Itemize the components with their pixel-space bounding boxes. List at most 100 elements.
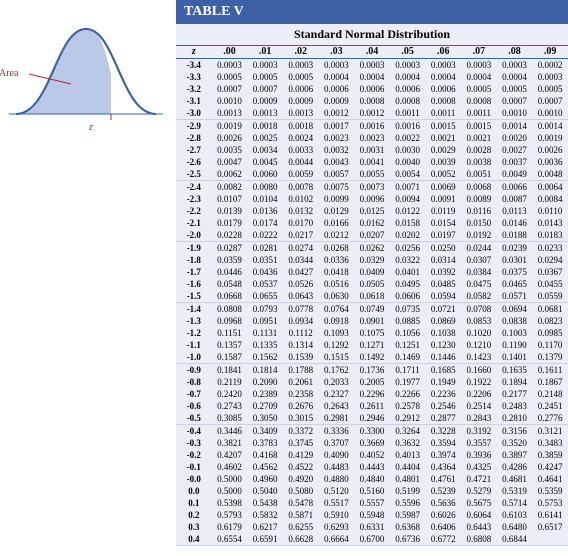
value-cell: 0.3897 xyxy=(497,449,533,461)
z-table: z.00.01.02.03.04.05.06.07.08.09 -3.40.00… xyxy=(176,46,568,546)
value-cell: 0.3228 xyxy=(425,425,461,438)
value-cell: 0.0003 xyxy=(497,59,533,72)
table-row: -0.20.42070.41680.41290.40900.40520.4013… xyxy=(176,449,568,461)
table-row: 0.10.53980.54380.54780.55170.55570.55960… xyxy=(176,497,568,509)
z-cell: -0.7 xyxy=(176,388,212,400)
value-cell: 0.0066 xyxy=(497,181,533,194)
value-cell: 0.0003 xyxy=(247,59,283,72)
value-cell: 0.3632 xyxy=(390,437,426,449)
value-cell: 0.0014 xyxy=(532,120,568,133)
value-cell: 0.1003 xyxy=(497,327,533,339)
value-cell: 0.1922 xyxy=(461,376,497,388)
value-cell: 0.0170 xyxy=(283,217,319,229)
value-cell: 0.2206 xyxy=(461,388,497,400)
value-cell: 0.0146 xyxy=(497,217,533,229)
value-cell: 0.0004 xyxy=(461,71,497,83)
value-cell: 0.0004 xyxy=(425,71,461,83)
value-cell: 0.5793 xyxy=(212,509,248,521)
value-cell: 0.5000 xyxy=(212,485,248,497)
value-cell: 0.1685 xyxy=(425,364,461,377)
table-row: -1.00.15870.15620.15390.15150.14920.1469… xyxy=(176,351,568,364)
z-cell: 0.0 xyxy=(176,485,212,497)
value-cell: 0.5398 xyxy=(212,497,248,509)
value-cell: 0.0618 xyxy=(354,290,390,303)
table-row: -2.50.00620.00600.00590.00570.00550.0054… xyxy=(176,168,568,181)
value-cell: 0.2236 xyxy=(425,388,461,400)
value-cell: 0.6480 xyxy=(497,521,533,533)
z-cell: 0.4 xyxy=(176,533,212,546)
table-row: -2.40.00820.00800.00780.00750.00730.0071… xyxy=(176,181,568,194)
value-cell: 0.3409 xyxy=(247,425,283,438)
table-row: -2.90.00190.00180.00180.00170.00160.0016… xyxy=(176,120,568,133)
value-cell: 0.0793 xyxy=(247,303,283,316)
value-cell: 0.0329 xyxy=(354,254,390,266)
value-cell: 0.6808 xyxy=(461,533,497,546)
table-row: -1.20.11510.11310.11120.10930.10750.1056… xyxy=(176,327,568,339)
value-cell: 0.2810 xyxy=(497,412,533,425)
value-cell: 0.0436 xyxy=(247,266,283,278)
value-cell: 0.0009 xyxy=(247,95,283,107)
table-row: -0.40.34460.34090.33720.33360.33000.3264… xyxy=(176,425,568,438)
value-cell: 0.1711 xyxy=(390,364,426,377)
value-cell: 0.0091 xyxy=(425,193,461,205)
value-cell: 0.1230 xyxy=(425,339,461,351)
value-cell: 0.6554 xyxy=(212,533,248,546)
value-cell: 0.0202 xyxy=(390,229,426,242)
z-cell: -1.8 xyxy=(176,254,212,266)
value-cell: 0.3745 xyxy=(283,437,319,449)
value-cell: 0.1038 xyxy=(425,327,461,339)
col-header: .00 xyxy=(212,46,248,59)
value-cell: 0.0594 xyxy=(425,290,461,303)
value-cell: 0.3974 xyxy=(425,449,461,461)
value-cell: 0.1469 xyxy=(390,351,426,364)
value-cell: 0.5517 xyxy=(319,497,355,509)
value-cell: 0.3669 xyxy=(354,437,390,449)
value-cell: 0.0089 xyxy=(461,193,497,205)
value-cell: 0.0010 xyxy=(532,107,568,120)
value-cell: 0.0244 xyxy=(461,242,497,255)
value-cell: 0.0375 xyxy=(497,266,533,278)
value-cell: 0.0559 xyxy=(532,290,568,303)
z-cell: -2.1 xyxy=(176,217,212,229)
value-cell: 0.1190 xyxy=(497,339,533,351)
value-cell: 0.0043 xyxy=(319,156,355,168)
value-cell: 0.4483 xyxy=(319,461,355,473)
value-cell: 0.0006 xyxy=(390,83,426,95)
value-cell: 0.0011 xyxy=(425,107,461,120)
value-cell: 0.2389 xyxy=(247,388,283,400)
value-cell: 0.0026 xyxy=(212,132,248,144)
value-cell: 0.0166 xyxy=(319,217,355,229)
value-cell: 0.0015 xyxy=(461,120,497,133)
z-cell: -1.7 xyxy=(176,266,212,278)
value-cell: 0.3121 xyxy=(532,425,568,438)
value-cell: 0.0015 xyxy=(425,120,461,133)
value-cell: 0.0013 xyxy=(212,107,248,120)
value-cell: 0.1949 xyxy=(425,376,461,388)
value-cell: 0.0475 xyxy=(461,278,497,290)
z-cell: -2.3 xyxy=(176,193,212,205)
value-cell: 0.0007 xyxy=(212,83,248,95)
value-cell: 0.0075 xyxy=(319,181,355,194)
value-cell: 0.0934 xyxy=(283,315,319,327)
value-cell: 0.4960 xyxy=(247,473,283,485)
z-cell: -1.6 xyxy=(176,278,212,290)
value-cell: 0.0036 xyxy=(532,156,568,168)
value-cell: 0.0055 xyxy=(354,168,390,181)
value-cell: 0.2578 xyxy=(390,400,426,412)
value-cell: 0.0455 xyxy=(532,278,568,290)
value-cell: 0.1020 xyxy=(461,327,497,339)
value-cell: 0.5279 xyxy=(461,485,497,497)
value-cell: 0.0006 xyxy=(425,83,461,95)
value-cell: 0.4641 xyxy=(532,473,568,485)
value-cell: 0.0630 xyxy=(319,290,355,303)
value-cell: 0.4522 xyxy=(283,461,319,473)
value-cell: 0.5080 xyxy=(283,485,319,497)
value-cell: 0.0158 xyxy=(390,217,426,229)
value-cell: 0.1894 xyxy=(497,376,533,388)
value-cell: 0.0035 xyxy=(212,144,248,156)
value-cell: 0.1251 xyxy=(390,339,426,351)
value-cell: 0.0003 xyxy=(319,59,355,72)
value-cell: 0.0005 xyxy=(532,83,568,95)
value-cell: 0.0233 xyxy=(532,242,568,255)
value-cell: 0.0099 xyxy=(319,193,355,205)
